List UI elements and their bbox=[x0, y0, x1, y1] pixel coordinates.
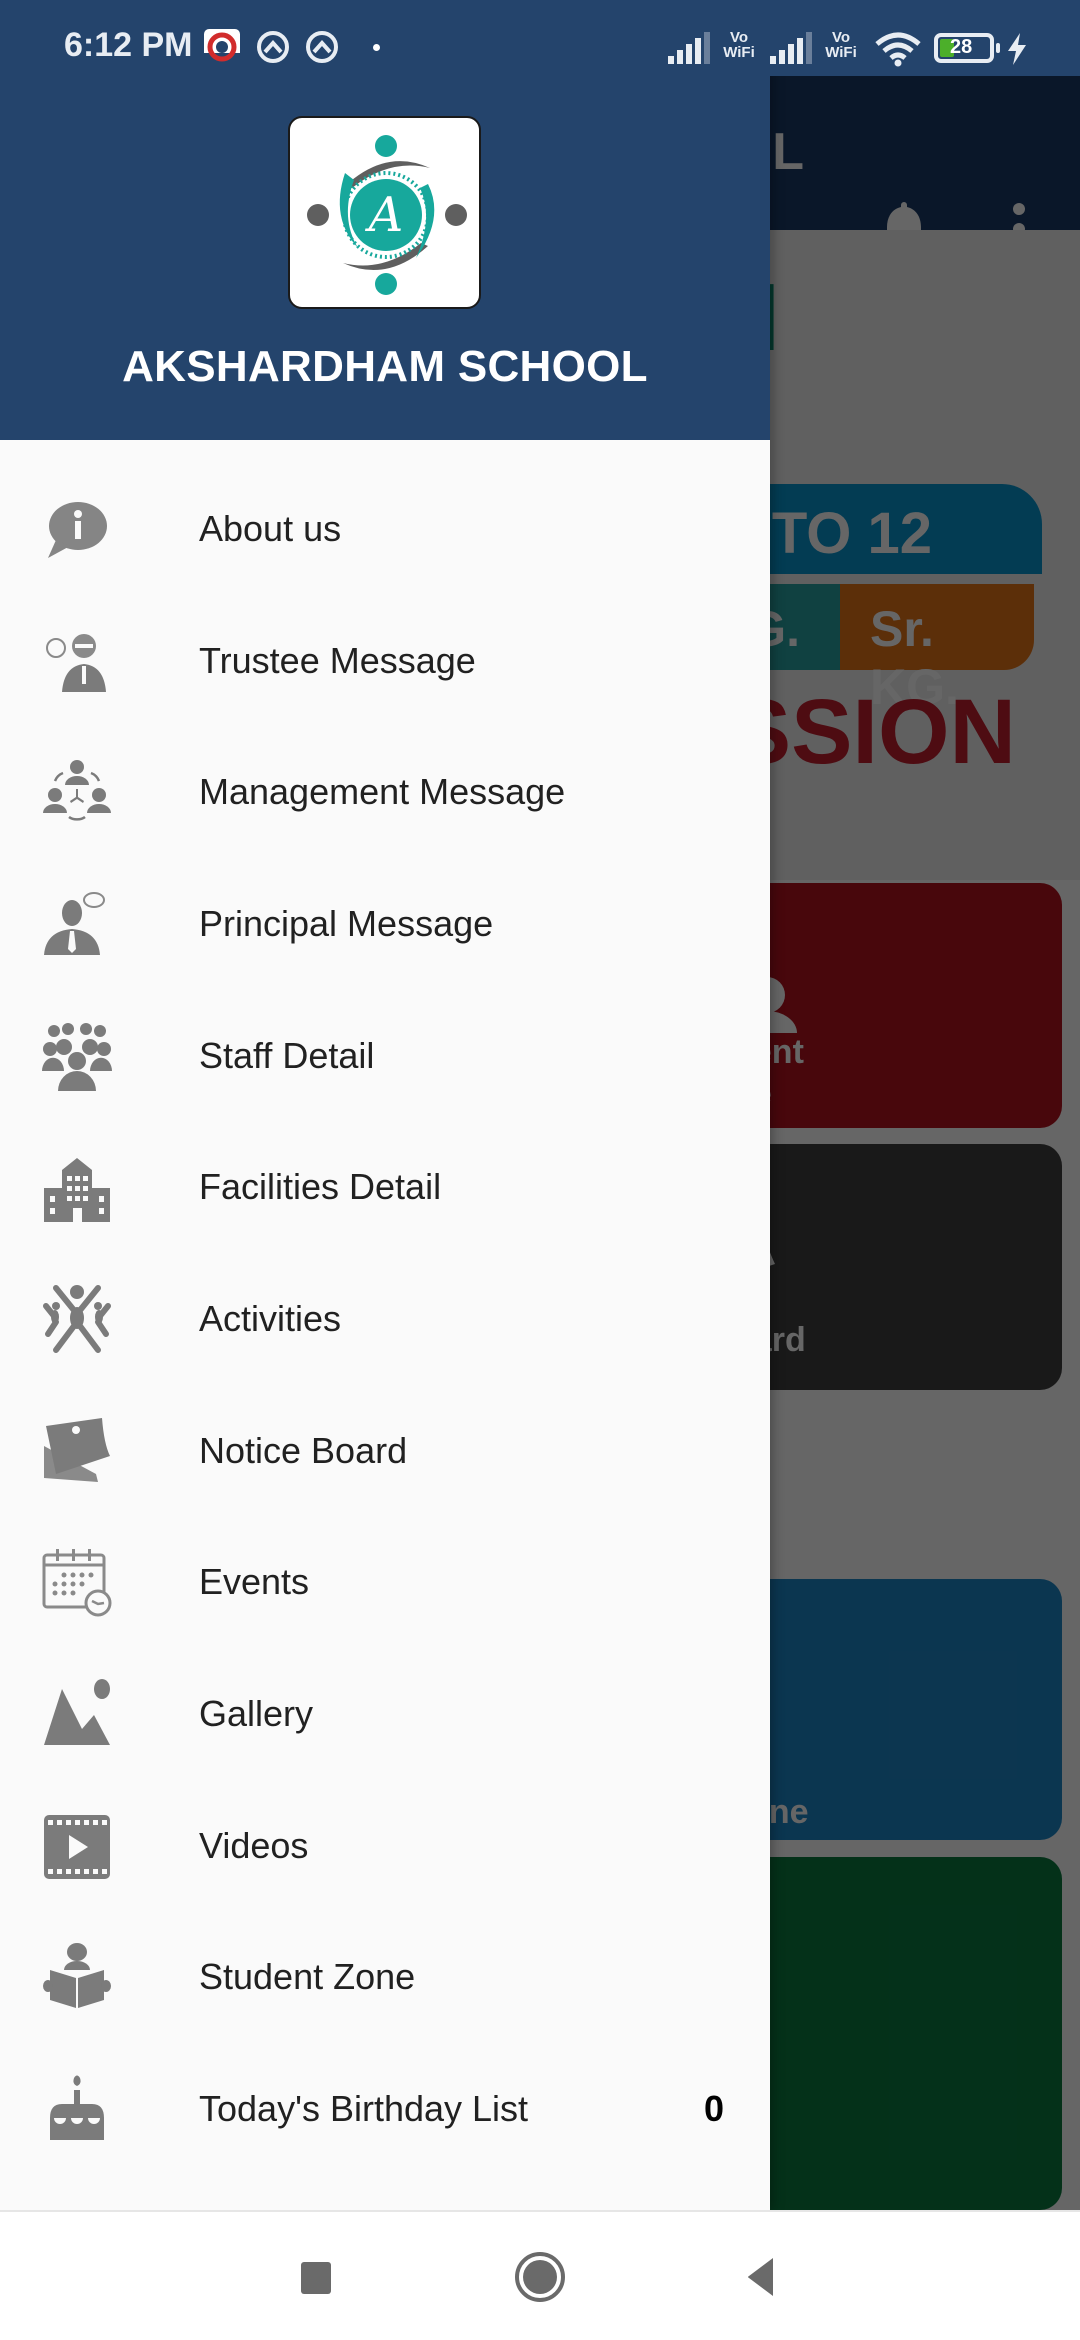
menu-item-about-us[interactable]: About us bbox=[0, 463, 770, 595]
birthday-cake-icon bbox=[42, 2074, 112, 2144]
wifi-icon bbox=[875, 32, 921, 67]
menu-label: Gallery bbox=[199, 1693, 314, 1735]
menu-item-student-zone[interactable]: Student Zone bbox=[0, 1912, 770, 2044]
svg-text:A: A bbox=[365, 187, 404, 243]
info-bubble-icon bbox=[42, 494, 112, 564]
battery-tip bbox=[996, 43, 1000, 53]
menu-item-trustee-message[interactable]: Trustee Message bbox=[0, 595, 770, 727]
menu-label: Trustee Message bbox=[199, 639, 476, 681]
back-button-icon[interactable] bbox=[737, 2252, 787, 2302]
cellular-signal-icon bbox=[770, 32, 812, 64]
school-logo: A bbox=[288, 116, 481, 309]
gallery-icon bbox=[42, 1679, 112, 1749]
menu-item-activities[interactable]: Activities bbox=[0, 1253, 770, 1385]
cellular-signal-icon bbox=[668, 32, 710, 64]
navigation-drawer: A AKSHARDHAM SCHOOL About us Trustee Mes… bbox=[0, 0, 770, 2210]
menu-label: Today's Birthday List bbox=[199, 2088, 529, 2130]
status-bar: 6:12 PM Vo WiFi Vo WiFi 28 bbox=[0, 0, 1080, 76]
menu-label: Staff Detail bbox=[199, 1034, 375, 1076]
recents-button-icon[interactable] bbox=[291, 2252, 341, 2302]
battery-indicator: 28 bbox=[934, 33, 994, 63]
menu-item-birthday-list[interactable]: Today's Birthday List 0 bbox=[0, 2043, 770, 2175]
menu-item-management-message[interactable]: Management Message bbox=[0, 726, 770, 858]
activities-icon bbox=[42, 1284, 112, 1354]
status-time: 6:12 PM bbox=[64, 26, 193, 64]
home-button-icon[interactable] bbox=[515, 2252, 565, 2302]
principal-icon bbox=[42, 889, 112, 959]
trustee-icon bbox=[42, 626, 112, 696]
vowifi-text: Vo WiFi bbox=[825, 29, 857, 61]
menu-label: About us bbox=[199, 507, 342, 549]
notice-board-icon bbox=[42, 1416, 112, 1486]
sync-icon bbox=[257, 31, 289, 63]
birthday-count-badge: 0 bbox=[703, 2088, 724, 2130]
battery-level-text: 28 bbox=[950, 36, 973, 58]
menu-item-events[interactable]: Events bbox=[0, 1517, 770, 1649]
calendar-clock-icon bbox=[42, 1547, 112, 1617]
school-name: AKSHARDHAM SCHOOL bbox=[122, 342, 648, 391]
menu-label: Management Message bbox=[199, 771, 566, 813]
menu-label: Student Zone bbox=[199, 1956, 416, 1998]
notification-dot-icon bbox=[373, 44, 380, 51]
staff-group-icon bbox=[42, 1021, 112, 1091]
menu-item-principal-message[interactable]: Principal Message bbox=[0, 858, 770, 990]
menu-label: Videos bbox=[199, 1824, 309, 1866]
menu-label: Events bbox=[199, 1561, 310, 1603]
menu-label: Principal Message bbox=[199, 902, 494, 944]
vowifi-label: Vo WiFi bbox=[721, 30, 757, 60]
menu-label: Activities bbox=[199, 1297, 342, 1339]
menu-item-gallery[interactable]: Gallery bbox=[0, 1648, 770, 1780]
drawer-menu: About us Trustee Message Management Mess… bbox=[0, 463, 770, 2175]
building-icon bbox=[42, 1152, 112, 1223]
vowifi-label: Vo WiFi bbox=[823, 30, 859, 60]
menu-item-staff-detail[interactable]: Staff Detail bbox=[0, 990, 770, 1122]
vowifi-text: Vo WiFi bbox=[723, 29, 755, 61]
menu-label: Notice Board bbox=[199, 1429, 408, 1471]
video-icon bbox=[42, 1811, 112, 1881]
student-reading-icon bbox=[42, 1942, 112, 2012]
school-logo-icon: A bbox=[307, 135, 467, 295]
sync-icon bbox=[306, 31, 338, 63]
charging-bolt-icon bbox=[1008, 33, 1026, 65]
management-icon bbox=[42, 757, 112, 827]
system-navigation-bar bbox=[0, 2210, 1080, 2340]
camera-app-icon bbox=[204, 29, 240, 65]
menu-item-videos[interactable]: Videos bbox=[0, 1780, 770, 1912]
menu-item-facilities-detail[interactable]: Facilities Detail bbox=[0, 1121, 770, 1253]
menu-label: Facilities Detail bbox=[199, 1166, 442, 1208]
menu-item-notice-board[interactable]: Notice Board bbox=[0, 1385, 770, 1517]
